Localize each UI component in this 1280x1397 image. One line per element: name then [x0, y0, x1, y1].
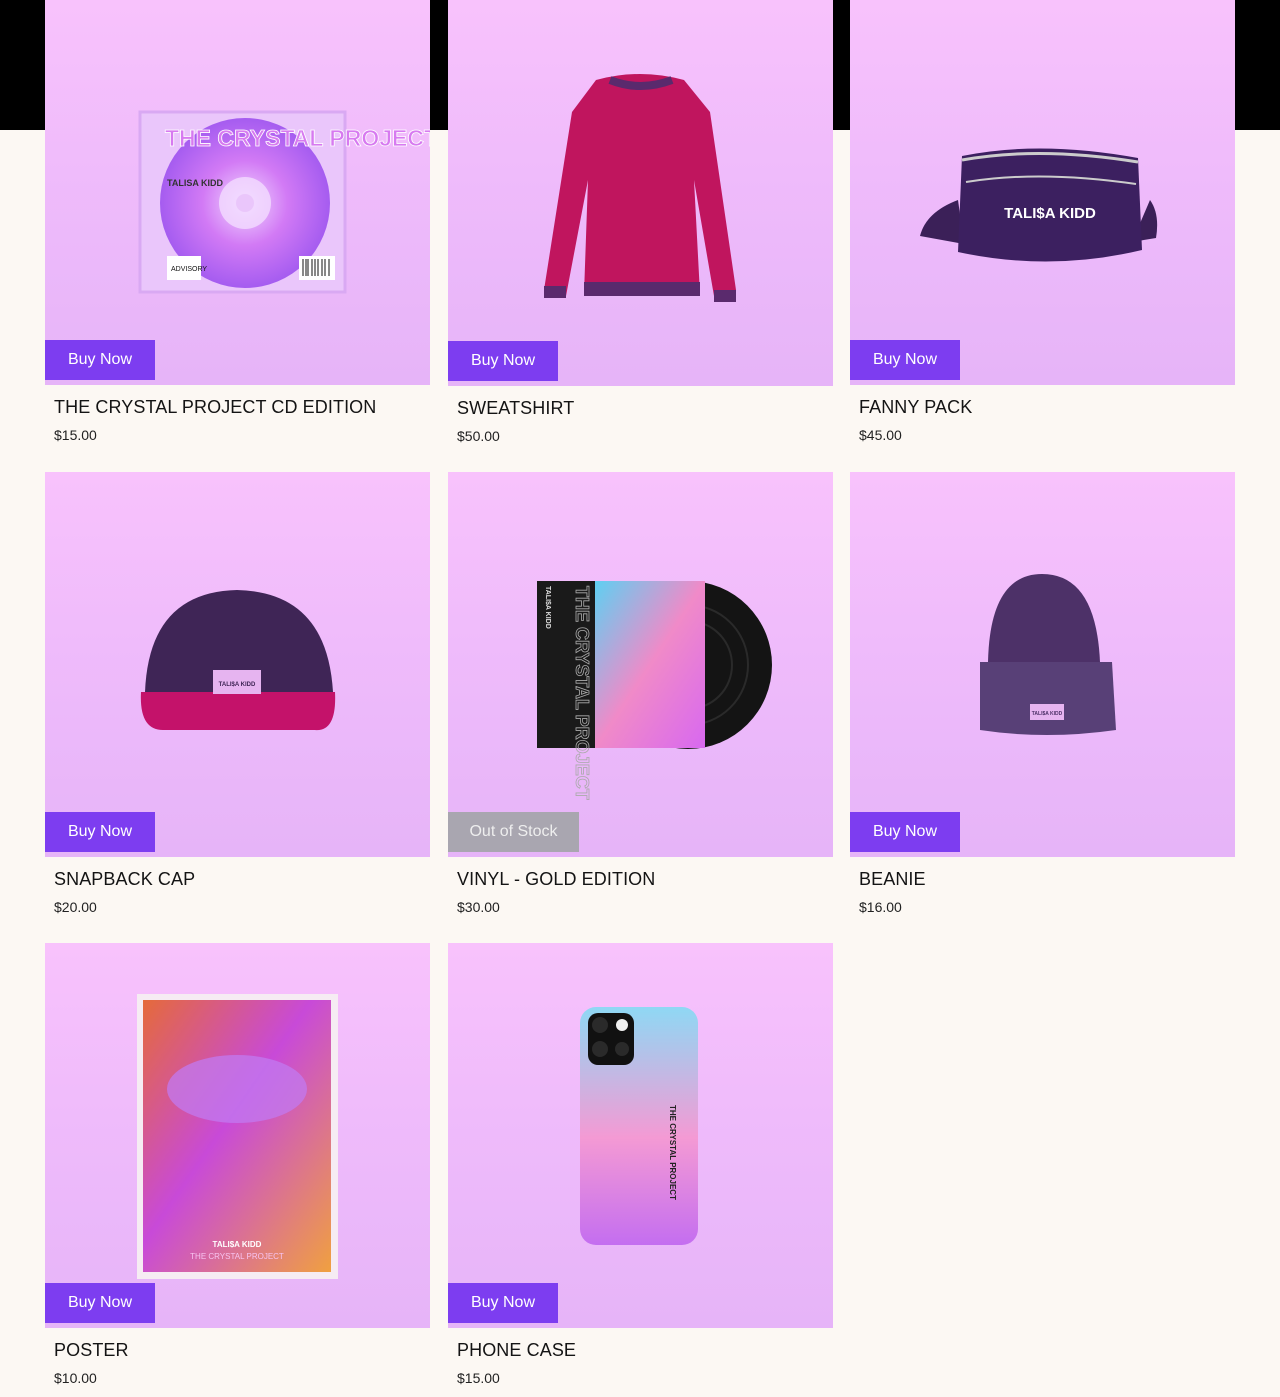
vinyl-title: THE CRYSTAL PROJECT: [572, 586, 592, 800]
product-price: $20.00: [54, 899, 97, 915]
product-image-poster[interactable]: TALI$A KIDD THE CRYSTAL PROJECT Buy Now: [45, 943, 430, 1328]
product-title[interactable]: PHONE CASE: [457, 1340, 833, 1361]
buy-now-button[interactable]: Buy Now: [45, 1283, 155, 1323]
product-card-beanie[interactable]: TALI$A KIDD Buy Now BEANIE $16.00: [850, 472, 1235, 915]
poster-illustration: TALI$A KIDD THE CRYSTAL PROJECT: [137, 994, 338, 1279]
product-image-beanie[interactable]: TALI$A KIDD Buy Now: [850, 472, 1235, 857]
cd-badge: ADVISORY: [171, 266, 207, 273]
product-image-phone-case[interactable]: THE CRYSTAL PROJECT Buy Now: [448, 943, 833, 1328]
vinyl-artist: TALI$A KIDD: [544, 586, 551, 629]
poster-artist: TALI$A KIDD: [213, 1240, 262, 1249]
buy-now-button[interactable]: Buy Now: [448, 341, 558, 381]
product-card-fanny-pack[interactable]: TALI$A KIDD Buy Now FANNY PACK $45.00: [850, 0, 1235, 443]
product-card-sweatshirt[interactable]: Buy Now SWEATSHIRT $50.00: [448, 0, 833, 444]
product-title[interactable]: POSTER: [54, 1340, 430, 1361]
buy-now-button[interactable]: Buy Now: [45, 340, 155, 380]
phone-case-illustration: THE CRYSTAL PROJECT: [580, 1007, 698, 1245]
product-card-vinyl[interactable]: THE CRYSTAL PROJECT TALI$A KIDD Out of S…: [448, 472, 833, 915]
product-price: $15.00: [457, 1370, 500, 1386]
product-title[interactable]: SNAPBACK CAP: [54, 869, 430, 890]
product-image-fanny-pack[interactable]: TALI$A KIDD Buy Now: [850, 0, 1235, 385]
beanie-label: TALI$A KIDD: [1032, 711, 1063, 717]
snapback-illustration: TALI$A KIDD: [140, 590, 336, 731]
sweatshirt-illustration: [544, 74, 736, 302]
product-price: $10.00: [54, 1370, 97, 1386]
product-image-sweatshirt[interactable]: Buy Now: [448, 0, 833, 386]
buy-now-button[interactable]: Buy Now: [850, 340, 960, 380]
product-card-cd[interactable]: THE CRYSTAL PROJECT TALISA KIDD ADVISORY…: [45, 0, 430, 443]
buy-now-button[interactable]: Buy Now: [448, 1283, 558, 1323]
cd-title-line1: THE CRYSTAL PROJECT: [165, 125, 430, 151]
product-card-poster[interactable]: TALI$A KIDD THE CRYSTAL PROJECT Buy Now …: [45, 943, 430, 1386]
product-price: $50.00: [457, 428, 500, 444]
product-card-snapback[interactable]: TALI$A KIDD Buy Now SNAPBACK CAP $20.00: [45, 472, 430, 915]
buy-now-button[interactable]: Buy Now: [45, 812, 155, 852]
fanny-pack-logo: TALI$A KIDD: [1004, 205, 1096, 222]
product-price: $15.00: [54, 427, 97, 443]
product-price: $30.00: [457, 899, 500, 915]
cd-artist: TALISA KIDD: [167, 178, 223, 188]
buy-now-button[interactable]: Buy Now: [850, 812, 960, 852]
product-title[interactable]: VINYL - GOLD EDITION: [457, 869, 833, 890]
fanny-pack-illustration: TALI$A KIDD: [920, 148, 1158, 262]
product-price: $16.00: [859, 899, 902, 915]
cap-label: TALI$A KIDD: [219, 682, 256, 688]
vinyl-illustration: THE CRYSTAL PROJECT TALI$A KIDD: [537, 581, 772, 800]
product-image-vinyl[interactable]: THE CRYSTAL PROJECT TALI$A KIDD Out of S…: [448, 472, 833, 857]
product-image-snapback[interactable]: TALI$A KIDD Buy Now: [45, 472, 430, 857]
phone-case-text: THE CRYSTAL PROJECT: [668, 1105, 677, 1200]
product-price: $45.00: [859, 427, 902, 443]
product-title[interactable]: SWEATSHIRT: [457, 398, 833, 419]
out-of-stock-button[interactable]: Out of Stock: [448, 812, 579, 852]
product-title[interactable]: BEANIE: [859, 869, 1235, 890]
product-card-phone-case[interactable]: THE CRYSTAL PROJECT Buy Now PHONE CASE $…: [448, 943, 833, 1386]
product-image-cd[interactable]: THE CRYSTAL PROJECT TALISA KIDD ADVISORY…: [45, 0, 430, 385]
product-title[interactable]: FANNY PACK: [859, 397, 1235, 418]
cd-illustration: THE CRYSTAL PROJECT TALISA KIDD ADVISORY: [138, 110, 430, 294]
beanie-illustration: TALI$A KIDD: [980, 574, 1116, 735]
poster-title: THE CRYSTAL PROJECT: [190, 1252, 284, 1261]
product-title[interactable]: THE CRYSTAL PROJECT CD EDITION: [54, 397, 430, 418]
